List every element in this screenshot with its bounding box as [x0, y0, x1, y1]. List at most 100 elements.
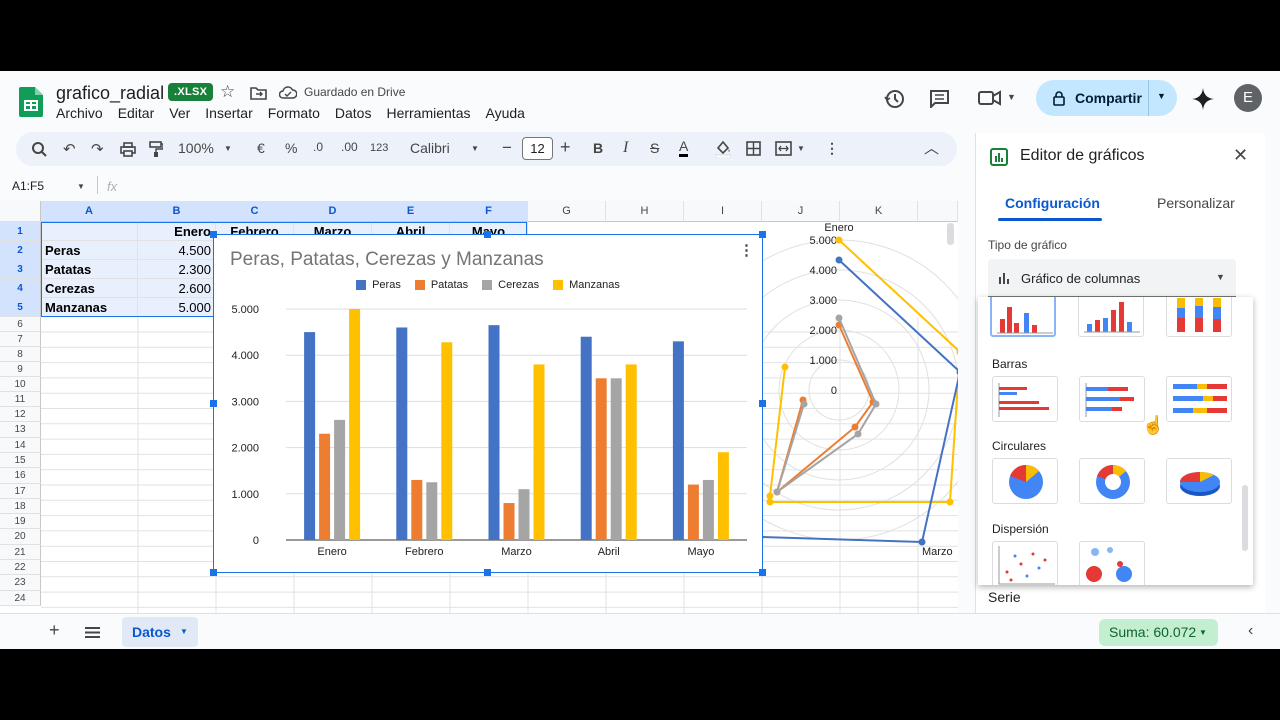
bar-cerezas-febrero[interactable] — [426, 482, 438, 540]
italic-button[interactable]: I — [623, 139, 628, 157]
row-header-24[interactable]: 24 — [0, 591, 41, 606]
meet-dropdown-icon[interactable]: ▼ — [1007, 92, 1016, 102]
borders-icon[interactable] — [746, 141, 761, 156]
resize-handle-tr[interactable] — [759, 231, 766, 238]
row-header-17[interactable]: 17 — [0, 484, 41, 499]
thumb-3d-pie-chart[interactable] — [1166, 458, 1232, 504]
meet-video-icon[interactable] — [978, 90, 1002, 106]
thumb-bubble-chart[interactable] — [1079, 541, 1145, 585]
currency-format-button[interactable]: € — [257, 140, 265, 156]
cell-a1[interactable] — [41, 222, 138, 241]
sum-indicator[interactable]: Suma: 60.072 ▼ — [1099, 619, 1218, 646]
chart-type-scrollbar[interactable] — [1242, 485, 1248, 551]
col-header-d[interactable]: D — [294, 201, 372, 222]
row-header-19[interactable]: 19 — [0, 514, 41, 529]
col-header-j[interactable]: J — [762, 201, 840, 222]
bar-manzanas-mayo[interactable] — [717, 452, 729, 540]
col-header-h[interactable]: H — [606, 201, 684, 222]
row-header-4[interactable]: 4 — [0, 279, 41, 298]
thumb-stacked-column-chart[interactable] — [1078, 297, 1144, 337]
cell-b3[interactable]: 2.300 — [138, 260, 216, 279]
resize-handle-t[interactable] — [484, 231, 491, 238]
zoom-dropdown-icon[interactable]: ▼ — [224, 144, 232, 153]
col-header-a[interactable]: A — [41, 201, 138, 222]
text-color-button[interactable]: A — [679, 138, 689, 157]
font-dropdown-icon[interactable]: ▼ — [471, 144, 479, 153]
bar-manzanas-abril[interactable] — [625, 364, 637, 540]
bar-patatas-abril[interactable] — [595, 378, 607, 540]
menu-herramientas[interactable]: Herramientas — [386, 105, 470, 121]
bar-peras-enero[interactable] — [304, 332, 316, 540]
row-header-3[interactable]: 3 — [0, 260, 41, 279]
bar-patatas-marzo[interactable] — [503, 503, 515, 540]
resize-handle-br[interactable] — [759, 569, 766, 576]
row-header-13[interactable]: 13 — [0, 422, 41, 438]
select-all-corner[interactable] — [0, 201, 41, 222]
close-icon[interactable]: ✕ — [1233, 145, 1248, 166]
row-header-1[interactable]: 1 — [0, 222, 41, 241]
decrease-font-size-button[interactable]: − — [502, 138, 512, 158]
bar-manzanas-enero[interactable] — [349, 309, 361, 540]
col-header-i[interactable]: I — [684, 201, 762, 222]
resize-handle-r[interactable] — [759, 400, 766, 407]
bar-manzanas-febrero[interactable] — [441, 342, 453, 540]
zoom-select[interactable]: 100% — [178, 140, 214, 156]
cell-a5[interactable]: Manzanas — [41, 298, 138, 317]
more-options-icon[interactable]: ⋮ — [825, 140, 839, 157]
increase-font-size-button[interactable]: + — [560, 137, 571, 158]
sheet-tab-dropdown-icon[interactable]: ▼ — [180, 617, 188, 647]
row-header-20[interactable]: 20 — [0, 529, 41, 545]
menu-ayuda[interactable]: Ayuda — [485, 105, 524, 121]
resize-handle-l[interactable] — [210, 400, 217, 407]
merge-dropdown-icon[interactable]: ▼ — [797, 144, 805, 153]
thumb-stacked-bar-chart[interactable] — [1079, 376, 1145, 422]
thumb-scatter-chart[interactable] — [992, 541, 1058, 585]
name-box[interactable]: A1:F5 — [12, 179, 44, 193]
bar-peras-abril[interactable] — [580, 336, 592, 540]
bar-peras-mayo[interactable] — [672, 341, 684, 540]
row-header-12[interactable]: 12 — [0, 407, 41, 422]
bar-peras-febrero[interactable] — [396, 327, 408, 540]
thumb-pie-chart[interactable] — [992, 458, 1058, 504]
row-header-8[interactable]: 8 — [0, 347, 41, 362]
version-history-icon[interactable] — [884, 88, 906, 110]
undo-icon[interactable]: ↶ — [63, 140, 76, 158]
row-header-10[interactable]: 10 — [0, 377, 41, 392]
document-title[interactable]: grafico_radial — [56, 83, 164, 104]
col-header-f[interactable]: F — [450, 201, 528, 222]
move-folder-icon[interactable] — [250, 86, 267, 100]
name-box-dropdown-icon[interactable]: ▼ — [77, 182, 85, 191]
bar-manzanas-marzo[interactable] — [533, 364, 545, 540]
redo-icon[interactable]: ↷ — [91, 140, 104, 158]
comments-icon[interactable] — [929, 89, 950, 108]
col-header-e[interactable]: E — [372, 201, 450, 222]
bold-button[interactable]: B — [593, 140, 603, 156]
star-icon[interactable]: ☆ — [220, 82, 235, 102]
collapse-side-panel-icon[interactable]: ‹ — [1248, 622, 1253, 640]
share-button[interactable]: Compartir ▼ — [1036, 80, 1177, 116]
thumb-bar-chart[interactable] — [992, 376, 1058, 422]
row-header-6[interactable]: 6 — [0, 317, 41, 332]
bar-cerezas-mayo[interactable] — [702, 479, 714, 540]
sheets-logo-icon[interactable] — [19, 87, 43, 117]
row-header-7[interactable]: 7 — [0, 332, 41, 347]
row-header-22[interactable]: 22 — [0, 560, 41, 575]
thumb-donut-chart[interactable] — [1079, 458, 1145, 504]
bar-cerezas-marzo[interactable] — [518, 489, 530, 540]
add-sheet-icon[interactable]: + — [49, 620, 60, 641]
collapse-toolbar-icon[interactable]: ︿ — [924, 137, 939, 158]
row-header-16[interactable]: 16 — [0, 468, 41, 484]
col-header-l[interactable] — [918, 201, 958, 222]
col-header-k[interactable]: K — [840, 201, 918, 222]
gemini-sparkle-icon[interactable] — [1192, 88, 1214, 110]
strikethrough-button[interactable]: S — [650, 140, 659, 156]
resize-handle-tl[interactable] — [210, 231, 217, 238]
more-formats-button[interactable]: 123 — [370, 142, 388, 154]
bar-patatas-mayo[interactable] — [687, 484, 699, 540]
cell-b2[interactable]: 4.500 — [138, 241, 216, 260]
row-header-5[interactable]: 5 — [0, 298, 41, 317]
share-dropdown-icon[interactable]: ▼ — [1157, 91, 1166, 101]
col-header-b[interactable]: B — [138, 201, 216, 222]
print-icon[interactable] — [120, 142, 136, 157]
search-menus-icon[interactable] — [32, 142, 47, 157]
